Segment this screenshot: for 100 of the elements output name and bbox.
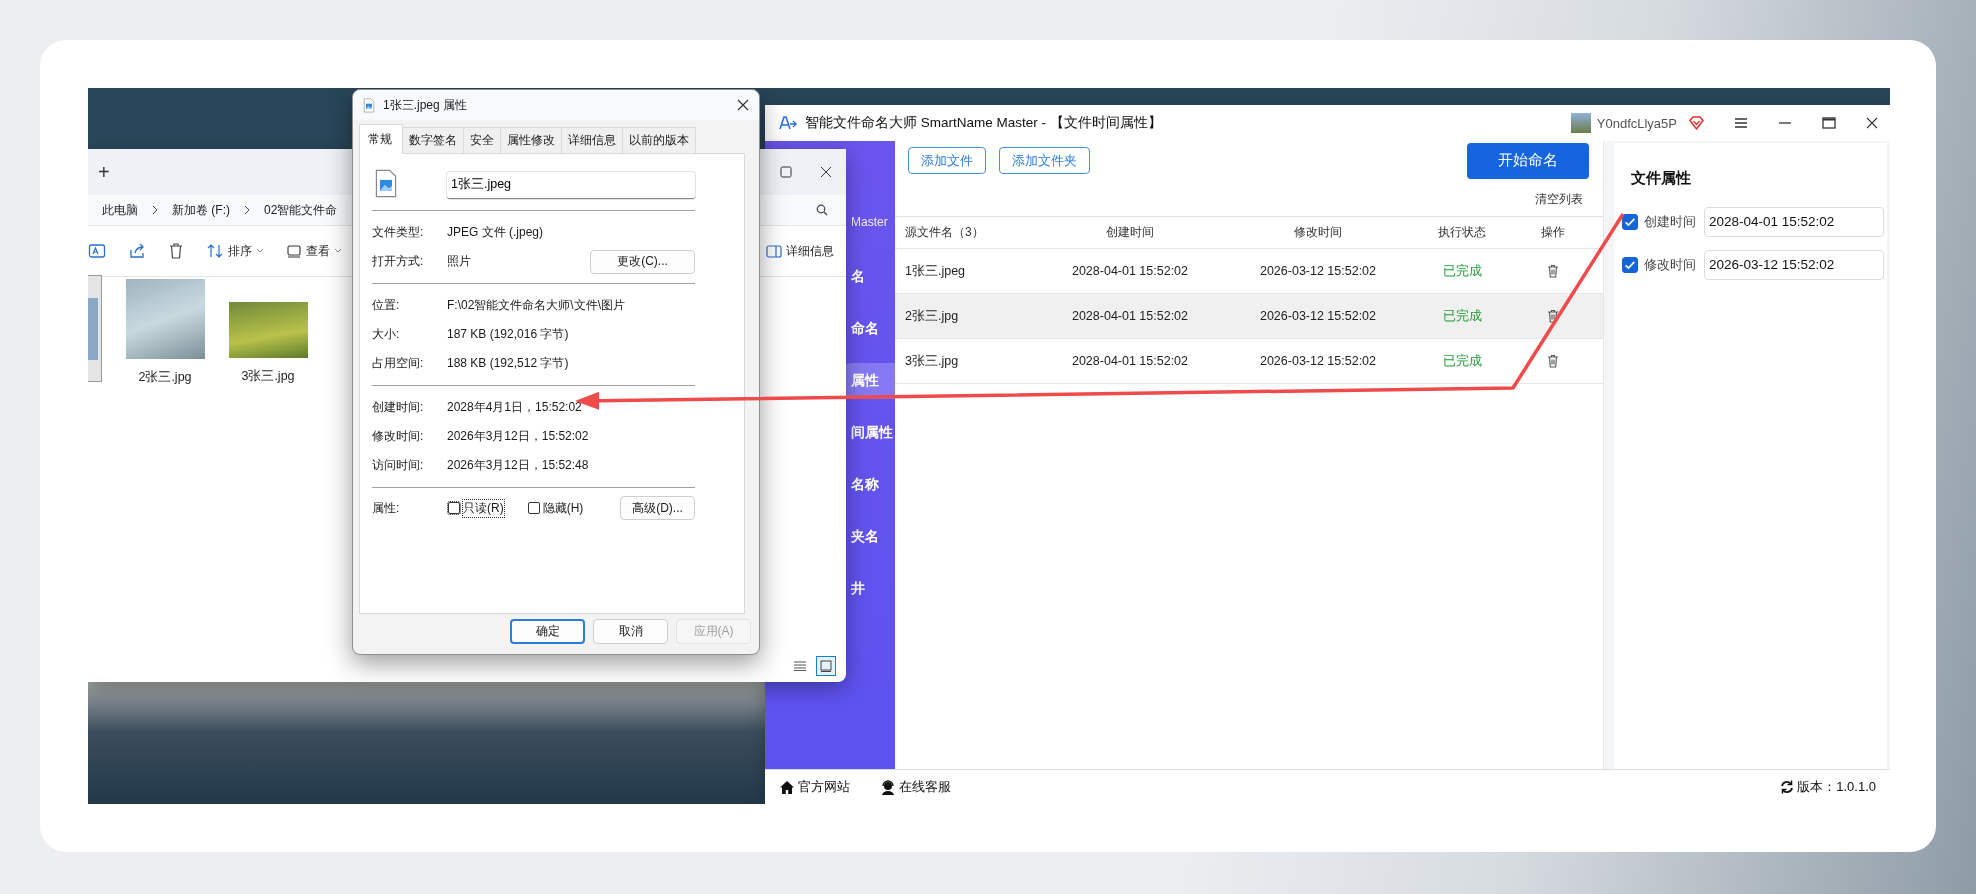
panel-title: 文件属性 [1630,168,1692,188]
property-value: 2026年3月12日，15:52:48 [447,457,590,474]
file-name[interactable]: 3张三.jpg [241,368,295,385]
breadcrumb-item[interactable]: 此电脑 [102,201,138,219]
breadcrumb-item[interactable]: 02智能文件命 [264,201,338,219]
start-rename-button[interactable]: 开始命名 [1467,142,1589,179]
table-cell-text: 2028-04-01 15:52:02 [1070,354,1190,368]
logo-icon [779,116,797,130]
column-header: 执行状态 [1437,224,1487,241]
property-value: JPEG 文件 (.jpeg) [447,224,545,241]
checkbox[interactable] [1622,213,1638,230]
status-text: 已完成 [1441,352,1483,370]
sidebar-item[interactable]: 名 [843,259,895,295]
details-pane-button[interactable]: 详细信息 [766,240,834,262]
property-value: F:\02智能文件命名大师\文件\图片 [447,297,626,314]
window-title: 智能文件命名大师 SmartName Master - 【文件时间属性】 [805,114,1162,132]
caret-icon [334,248,342,254]
checkbox[interactable] [1622,256,1638,273]
property-value: 照片 [447,253,472,270]
property-label: 访问时间: [372,457,425,474]
refresh-icon[interactable] [1780,780,1795,794]
add-button[interactable]: 添加文件夹 [999,147,1090,174]
clear-list-link[interactable]: 清空列表 [1535,191,1583,208]
sidebar-item[interactable]: 命名 [843,311,895,347]
window-title: 1张三.jpeg 属性 [383,96,468,114]
search-icon[interactable] [816,204,828,216]
checkbox-label[interactable]: 隐藏(H) [542,499,584,517]
advanced-button[interactable]: 高级(D)... [620,496,695,520]
image-file-icon [374,169,398,198]
property-label: 打开方式: [372,253,425,270]
sort-button[interactable]: 排序 [206,240,264,262]
property-label: 占用空间: [372,355,425,372]
file-tile[interactable] [88,275,102,382]
property-label: 修改时间: [372,428,425,445]
checkbox[interactable] [527,502,540,514]
table-cell-text: 3张三.jpg [904,352,960,370]
column-header: 修改时间 [1293,224,1343,241]
property-label: 文件类型: [372,224,425,241]
close-icon[interactable] [1866,117,1878,129]
tiles-view-button[interactable] [816,656,836,676]
date-time-field[interactable]: 2028-04-01 15:52:02 [1704,206,1884,237]
checkbox[interactable] [448,502,460,514]
close-icon[interactable] [737,99,749,111]
breadcrumb-item[interactable]: 新加卷 (F:) [172,201,230,219]
sidebar-item[interactable]: 名称 [843,467,895,503]
property-label: 属性: [372,499,401,517]
trash-icon[interactable] [1547,264,1559,278]
sort-icon [206,243,224,259]
property-value: 2028年4月1日，15:52:02 [447,399,583,416]
date-time-field[interactable]: 2026-03-12 15:52:02 [1704,249,1884,280]
avatar-photo-placeholder[interactable] [1570,113,1591,133]
diamond-icon[interactable] [1689,116,1704,130]
caret-icon [256,248,264,254]
share-icon[interactable] [128,242,146,260]
column-header: 创建时间 [1105,224,1155,241]
list-icon [794,661,806,671]
trash-icon[interactable] [168,242,184,260]
status-text: 已完成 [1441,262,1483,280]
trash-icon[interactable] [1547,309,1559,323]
square-icon [820,660,832,672]
property-label: 位置: [372,297,401,314]
status-text: 已完成 [1441,307,1483,325]
user-name[interactable]: Y0ndfcLlya5P [1596,115,1677,131]
property-value: 188 KB (192,512 字节) [447,355,570,372]
maximize-icon[interactable] [780,166,792,178]
change-button[interactable]: 更改(C)... [590,249,695,274]
close-icon[interactable] [820,166,832,178]
house-icon [779,779,795,795]
version-text: 版本：1.0.1.0 [1780,778,1876,796]
sidebar-item[interactable]: 井 [843,571,895,607]
view-button[interactable]: 查看 [286,240,342,262]
column-header: 操作 [1540,224,1566,241]
property-label: 大小: [372,326,401,343]
footer-link[interactable]: 官方网站 [779,778,850,796]
footer-link[interactable]: 在线客服 [880,778,951,796]
selected-row[interactable]: 2张三.jpg 2028-04-01 15:52:02 2026-03-12 15:52:02 已完成 [895,294,1603,339]
sidebar-item[interactable]: 间属性 [843,415,895,451]
file-name[interactable]: 2张三.jpg [138,369,192,386]
text-box-icon[interactable] [88,242,106,260]
add-button[interactable]: 添加文件 [908,147,986,174]
column-header: 源文件名（3） [904,224,985,241]
panel-icon [766,244,782,258]
dialog-button[interactable]: 取消 [593,619,668,644]
table-cell-text: 1张三.jpeg [904,262,967,280]
brand-text: Master [850,214,889,231]
menu-icon[interactable] [1734,117,1748,129]
sidebar-item[interactable]: 属性 [843,363,895,399]
window-icon [286,244,302,258]
dialog-button[interactable]: 确定 [510,619,585,644]
sidebar-item[interactable]: 夹名 [843,519,895,555]
new-tab-button[interactable]: + [98,160,110,184]
trash-icon[interactable] [1547,354,1559,368]
chevron-icon [152,205,158,215]
property-value: 187 KB (192,016 字节) [447,326,570,343]
table-cell-text: 2026-03-12 15:52:02 [1258,354,1378,368]
tab[interactable]: 以前的版本 [622,127,696,153]
file-name-field[interactable]: 1张三.jpeg [447,171,695,199]
maximize-icon[interactable] [1822,117,1836,129]
checkbox-label[interactable]: 只读(R) [463,499,504,517]
tab[interactable]: 常规 [359,124,403,154]
